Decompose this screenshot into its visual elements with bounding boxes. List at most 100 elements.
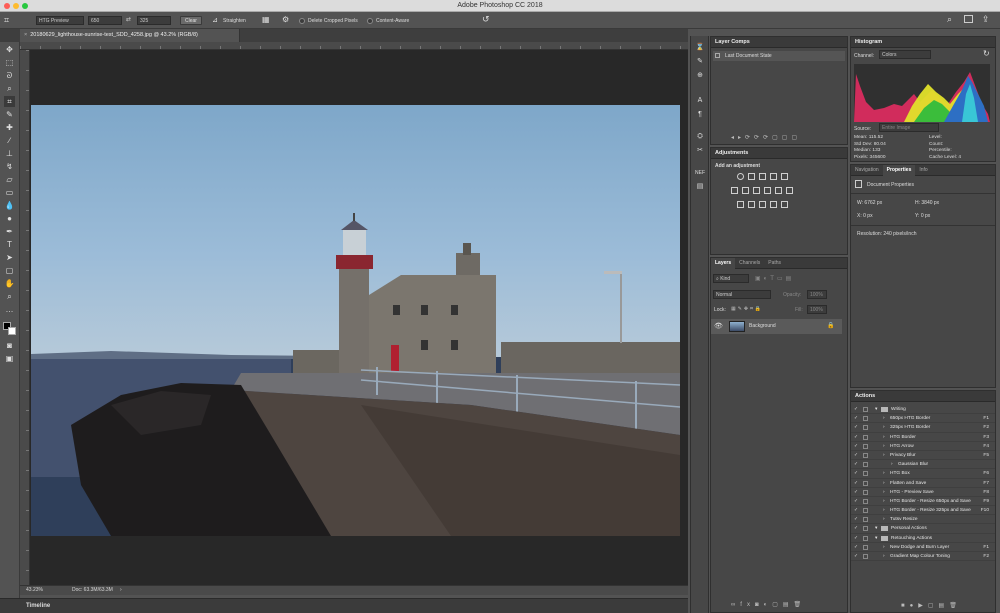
collapse-icon[interactable]: › — [883, 433, 885, 442]
gradient-tool-icon[interactable]: ▭ — [4, 187, 15, 198]
dialog-toggle[interactable] — [863, 443, 868, 449]
preset-select[interactable]: HTG Preview — [36, 16, 84, 25]
blend-mode-select[interactable]: Normal — [713, 290, 771, 299]
layers-footer-icons[interactable]: ∞fx◙◐▢▤🗑 — [731, 601, 806, 608]
dialog-toggle[interactable] — [863, 462, 868, 468]
swatches-panel-icon[interactable]: ▤ — [695, 182, 705, 192]
collapse-icon[interactable]: › — [883, 423, 885, 432]
eyedropper-tool-icon[interactable]: ✎ — [4, 109, 15, 120]
layer-filter-icons[interactable]: ▣◐T▭▤ — [755, 275, 794, 282]
selective-color-icon[interactable] — [770, 201, 777, 208]
width-value[interactable]: W: 6762 px — [857, 200, 882, 206]
action-row[interactable]: ✓ › Privacy Blur F5 — [851, 451, 995, 461]
collapse-icon[interactable]: › — [883, 488, 885, 497]
clone-source-icon[interactable]: ⊕ — [695, 71, 705, 81]
eraser-tool-icon[interactable]: ▱ — [4, 174, 15, 185]
crop-tool-icon[interactable]: ⌗ — [4, 96, 15, 107]
blur-tool-icon[interactable]: 💧 — [4, 200, 15, 211]
document-image[interactable] — [31, 105, 680, 536]
x-value[interactable]: X: 0 px — [857, 213, 873, 219]
action-row[interactable]: ✓ › Tutsv Resize — [851, 515, 995, 525]
notes-panel-icon[interactable]: NEF — [695, 168, 705, 178]
move-tool-icon[interactable]: ✥ — [4, 44, 15, 55]
action-checkmark-icon[interactable]: ✓ — [854, 479, 858, 488]
channel-select[interactable]: Colors — [879, 50, 931, 59]
quick-mask-icon[interactable]: ◙ — [4, 340, 15, 351]
paragraph-panel-icon[interactable]: ¶ — [695, 110, 705, 120]
action-row[interactable]: ✓ › HTG - Preview Save F8 — [851, 488, 995, 497]
layer-comps-footer-icons[interactable]: ◂▸⟳⟳⟳▢▢▢ — [731, 134, 801, 141]
action-checkmark-icon[interactable]: ✓ — [854, 414, 858, 423]
path-select-tool-icon[interactable]: ➤ — [4, 252, 15, 263]
actions-footer-icons[interactable]: ■●▶▢▤🗑 — [901, 602, 962, 609]
timeline-panel[interactable]: Timeline — [0, 598, 688, 613]
history-panel-icon[interactable]: ⌛ — [695, 43, 705, 53]
hand-tool-icon[interactable]: ✋ — [4, 278, 15, 289]
invert-icon[interactable] — [737, 201, 744, 208]
dialog-toggle[interactable] — [863, 498, 868, 504]
healing-brush-tool-icon[interactable]: ✚ — [4, 122, 15, 133]
action-checkmark-icon[interactable]: ✓ — [854, 442, 858, 451]
history-brush-tool-icon[interactable]: ↯ — [4, 161, 15, 172]
workspace-icon[interactable] — [964, 15, 973, 23]
action-row[interactable]: ✓ › HTG Border F3 — [851, 433, 995, 442]
refresh-icon[interactable]: ↻ — [983, 49, 990, 58]
posterize-icon[interactable] — [748, 201, 755, 208]
action-row[interactable]: ✓ › New Dodge and Burn Layer F1 — [851, 543, 995, 552]
share-icon[interactable]: ⇪ — [982, 14, 990, 25]
lock-icons[interactable]: ▦✎✥⌗🔒 — [731, 306, 763, 312]
action-set-row[interactable]: ✓ ▾ Writing — [851, 405, 995, 415]
levels-icon[interactable] — [748, 173, 755, 180]
action-set-row[interactable]: ✓ ▾ Retouching Actions — [851, 534, 995, 543]
comp-checkbox[interactable] — [715, 53, 720, 58]
gear-icon[interactable]: ⚙ — [282, 15, 289, 24]
visibility-eye-icon[interactable]: 👁 — [714, 322, 723, 330]
dialog-toggle[interactable] — [863, 452, 868, 458]
action-row[interactable]: ✓ › HTG Arrow F4 — [851, 442, 995, 451]
action-checkmark-icon[interactable]: ✓ — [854, 524, 858, 533]
layer-row-background[interactable]: 👁 Background 🔒 — [711, 319, 842, 334]
action-checkmark-icon[interactable]: ✓ — [854, 469, 858, 478]
clear-button[interactable]: Clear — [180, 16, 202, 25]
fill-field[interactable]: 100% — [807, 305, 827, 314]
expand-icon[interactable]: ▾ — [875, 534, 877, 543]
action-row[interactable]: ✓ › Gaussian Blur — [851, 460, 995, 470]
collapse-icon[interactable]: › — [883, 451, 885, 460]
straighten-icon[interactable]: ⊿ — [212, 16, 218, 24]
opacity-field[interactable]: 100% — [807, 290, 827, 299]
marquee-tool-icon[interactable]: ⬚ — [4, 57, 15, 68]
tab-layers[interactable]: Layers — [711, 258, 736, 269]
collapse-icon[interactable]: › — [883, 442, 885, 451]
photo-filter-icon[interactable] — [764, 187, 771, 194]
dialog-toggle[interactable] — [863, 535, 868, 541]
clone-stamp-tool-icon[interactable]: ⊥ — [4, 148, 15, 159]
action-checkmark-icon[interactable]: ✓ — [854, 552, 858, 561]
action-set-row[interactable]: ✓ ▾ Personal Actions — [851, 524, 995, 534]
overlay-grid-icon[interactable]: ▦ — [262, 15, 270, 24]
action-checkmark-icon[interactable]: ✓ — [854, 460, 858, 469]
collapse-icon[interactable]: › — [883, 506, 885, 515]
action-row[interactable]: ✓ › 650px HTG Border F1 — [851, 414, 995, 424]
action-row[interactable]: ✓ › Flatten and Save F7 — [851, 479, 995, 488]
collapse-icon[interactable]: › — [883, 543, 885, 552]
learn-panel-icon[interactable]: ⛭ — [695, 132, 705, 142]
tab-channels[interactable]: Channels — [735, 258, 764, 269]
action-checkmark-icon[interactable]: ✓ — [854, 451, 858, 460]
document-tab[interactable]: × 20180629_lighthouse-sunrise-test_SDD_42… — [20, 29, 240, 42]
action-checkmark-icon[interactable]: ✓ — [854, 433, 858, 442]
action-checkmark-icon[interactable]: ✓ — [854, 423, 858, 432]
layer-kind-filter[interactable]: ⌕ Kind — [713, 274, 749, 283]
dialog-toggle[interactable] — [863, 517, 868, 523]
tab-properties[interactable]: Properties — [882, 165, 916, 176]
action-row[interactable]: ✓ › HTG Border - Resize 325px and Save F10 — [851, 506, 995, 516]
lasso-tool-icon[interactable]: ᘐ — [4, 70, 15, 81]
action-checkmark-icon[interactable]: ✓ — [854, 543, 858, 552]
tab-info[interactable]: Info — [915, 165, 931, 176]
dialog-toggle[interactable] — [863, 526, 868, 532]
curves-icon[interactable] — [759, 173, 766, 180]
collapse-icon[interactable]: › — [891, 460, 893, 469]
action-checkmark-icon[interactable]: ✓ — [854, 506, 858, 515]
black-white-icon[interactable] — [753, 187, 760, 194]
background-color-swatch[interactable] — [8, 327, 16, 335]
collapse-icon[interactable]: › — [883, 515, 885, 524]
